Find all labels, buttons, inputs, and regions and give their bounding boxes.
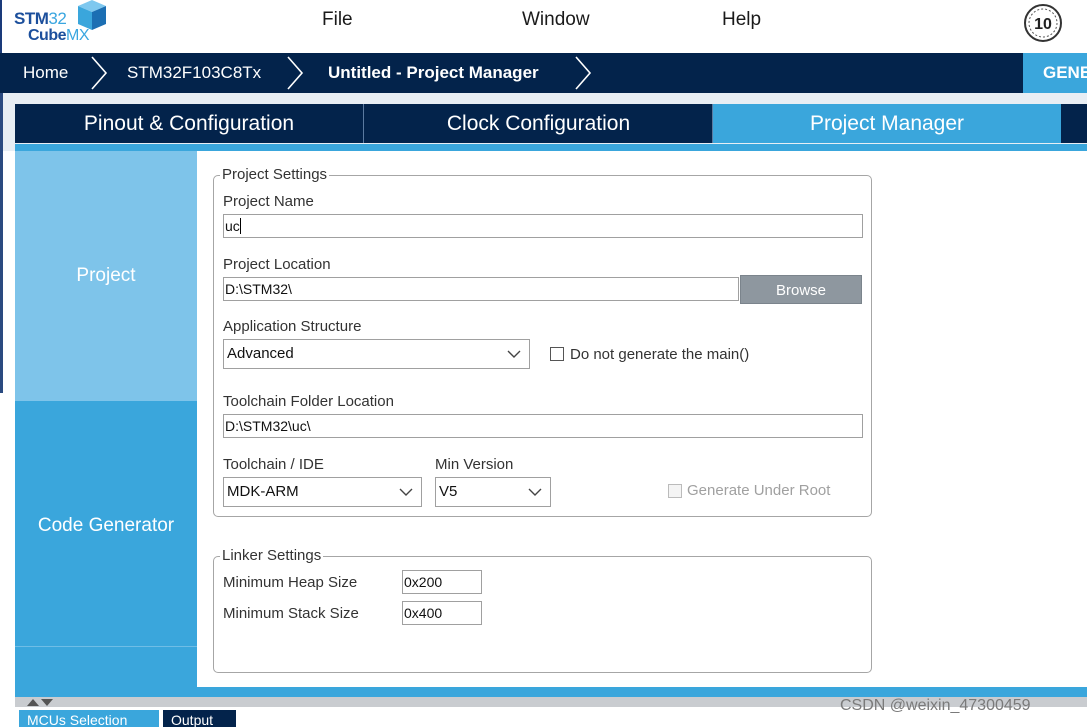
project-location-label: Project Location <box>223 256 331 273</box>
tab-project-manager[interactable]: Project Manager <box>713 104 1061 143</box>
breadcrumb-home[interactable]: Home <box>23 53 68 93</box>
menu-help[interactable]: Help <box>722 9 761 31</box>
min-stack-size-value: 0x400 <box>404 605 443 621</box>
toolchain-ide-label: Toolchain / IDE <box>223 456 324 473</box>
project-settings-title: Project Settings <box>220 166 330 184</box>
tab-clock-configuration[interactable]: Clock Configuration <box>365 104 713 143</box>
logo-text-32: 32 <box>48 9 67 28</box>
chevron-right-icon <box>575 56 592 90</box>
menu-file[interactable]: File <box>322 9 353 31</box>
min-version-label: Min Version <box>435 456 514 473</box>
toolchain-folder-label: Toolchain Folder Location <box>223 393 394 410</box>
do-not-generate-main-checkbox[interactable] <box>550 347 564 361</box>
generate-under-root-label: Generate Under Root <box>687 482 831 499</box>
chevron-right-icon <box>287 56 304 90</box>
application-structure-value: Advanced <box>227 345 294 362</box>
project-location-input[interactable]: D:\STM32\ <box>223 277 739 301</box>
splitter-arrows-icon[interactable] <box>26 697 54 707</box>
tab-pinout-configuration[interactable]: Pinout & Configuration <box>15 104 364 143</box>
chevron-right-icon <box>91 56 108 90</box>
main-tabs: Pinout & Configuration Clock Configurati… <box>15 104 1087 143</box>
window-left-edge <box>0 93 3 393</box>
bottom-tab-mcus-selection[interactable]: MCUs Selection <box>19 710 159 727</box>
anniversary-badge-text: 10 <box>1034 16 1052 33</box>
min-heap-size-label: Minimum Heap Size <box>223 574 358 591</box>
logo-text-cube: Cube <box>28 27 67 44</box>
min-heap-size-value: 0x200 <box>404 574 443 590</box>
min-heap-size-input[interactable]: 0x200 <box>402 570 482 594</box>
toolchain-ide-select[interactable]: MDK-ARM <box>223 477 422 507</box>
chevron-down-icon <box>399 488 413 496</box>
toolchain-ide-value: MDK-ARM <box>227 483 299 500</box>
sidenav-item-project[interactable]: Project <box>15 151 197 401</box>
tabs-underline <box>15 144 1087 151</box>
breadcrumb-project-manager[interactable]: Untitled - Project Manager <box>328 53 539 93</box>
bottom-accent-strip <box>15 687 1087 697</box>
project-manager-content: Project Settings Project Name uc Project… <box>197 151 1087 687</box>
bottom-tab-output[interactable]: Output <box>163 710 236 727</box>
min-stack-size-label: Minimum Stack Size <box>223 605 359 622</box>
side-nav: Project Code Generator <box>15 151 197 687</box>
browse-button[interactable]: Browse <box>740 275 862 304</box>
toolchain-folder-input[interactable]: D:\STM32\uc\ <box>223 414 863 438</box>
generate-under-root-checkbox[interactable] <box>668 484 682 498</box>
breadcrumb-mcu[interactable]: STM32F103C8Tx <box>127 53 261 93</box>
main-tabs-area: Pinout & Configuration Clock Configurati… <box>0 93 1087 151</box>
breadcrumb: Home STM32F103C8Tx Untitled - Project Ma… <box>0 53 1087 93</box>
application-structure-select[interactable]: Advanced <box>223 339 530 369</box>
menu-window[interactable]: Window <box>522 9 590 31</box>
logo-text-stm: STM <box>14 9 49 28</box>
min-version-value: V5 <box>439 483 458 500</box>
linker-settings-group: Linker Settings Minimum Heap Size 0x200 … <box>213 547 872 673</box>
generate-code-button[interactable]: GENERATE CODE <box>1023 53 1087 93</box>
cube-icon <box>78 0 106 30</box>
chevron-down-icon <box>528 488 542 496</box>
project-location-value: D:\STM32\ <box>225 281 292 297</box>
stm32cubemx-logo: STM32 CubeMX <box>12 0 112 48</box>
min-stack-size-input[interactable]: 0x400 <box>402 601 482 625</box>
min-version-select[interactable]: V5 <box>435 477 551 507</box>
csdn-watermark: CSDN @weixin_47300459 <box>840 697 1031 714</box>
toolchain-folder-value: D:\STM32\uc\ <box>225 418 311 434</box>
project-name-value: uc <box>225 218 240 234</box>
chevron-down-icon <box>507 350 521 358</box>
sidenav-item-code-generator[interactable]: Code Generator <box>15 401 197 647</box>
project-settings-group: Project Settings Project Name uc Project… <box>213 166 872 517</box>
anniversary-badge-icon[interactable]: 10 <box>1022 3 1064 43</box>
application-structure-label: Application Structure <box>223 318 362 335</box>
menu-bar: STM32 CubeMX File Window Help 10 <box>0 0 1087 53</box>
do-not-generate-main-label: Do not generate the main() <box>570 346 750 363</box>
text-caret <box>239 218 241 234</box>
project-name-input[interactable]: uc <box>223 214 863 238</box>
linker-settings-title: Linker Settings <box>220 547 324 565</box>
project-name-label: Project Name <box>223 193 314 210</box>
